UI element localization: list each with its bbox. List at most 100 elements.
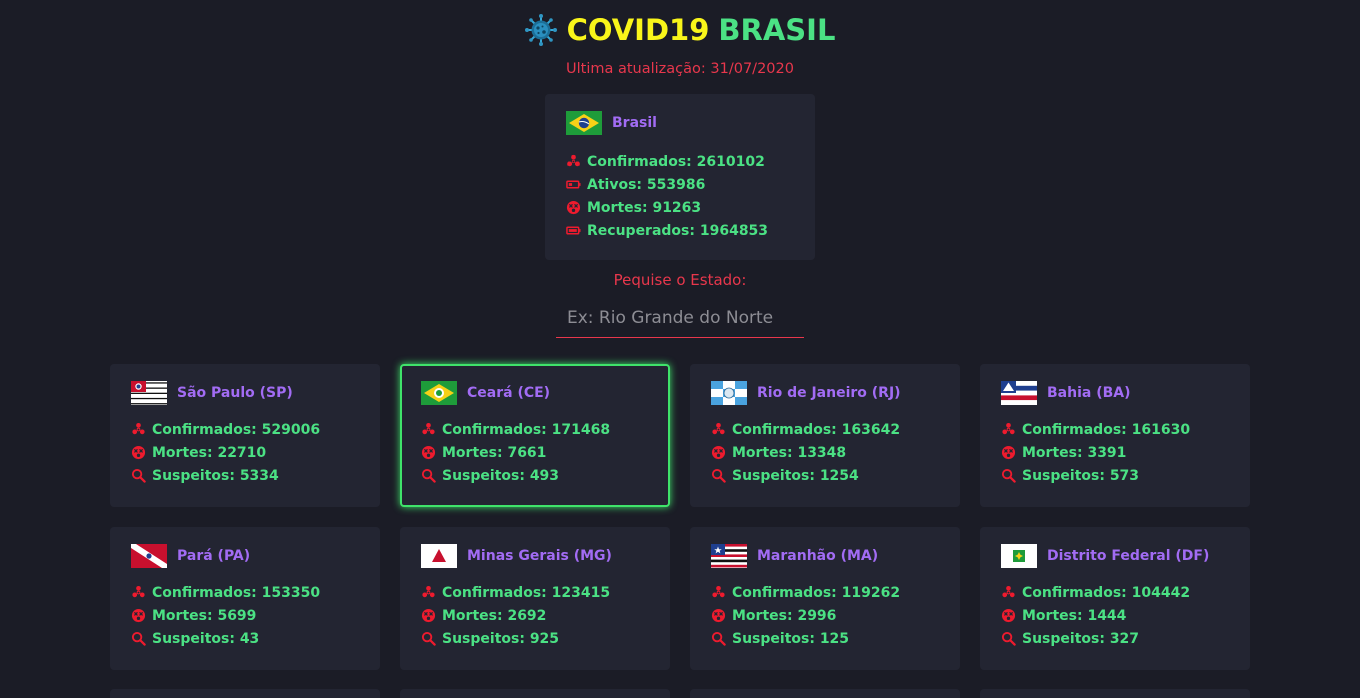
state-card-header: Ceará (CE) bbox=[421, 381, 550, 405]
search-icon bbox=[421, 631, 436, 646]
dizzy-face-icon bbox=[1001, 608, 1016, 623]
state-confirmed-text: Confirmados: 161630 bbox=[1022, 421, 1191, 438]
state-card[interactable]: Pará (PA) Confirmados: 153350 Mortes: 5699… bbox=[110, 527, 380, 670]
state-suspects: Suspeitos: 573 bbox=[1001, 464, 1190, 487]
state-deaths-text: Mortes: 2996 bbox=[732, 607, 837, 624]
dizzy-face-icon bbox=[421, 445, 436, 460]
national-active: Ativos: 553986 bbox=[566, 173, 768, 196]
state-card-partial[interactable] bbox=[400, 689, 670, 698]
state-card[interactable]: Ceará (CE) Confirmados: 171468 Mortes: 766… bbox=[400, 364, 670, 507]
state-suspects: Suspeitos: 43 bbox=[131, 627, 320, 650]
biohazard-icon bbox=[132, 422, 145, 435]
dizzy-face-icon bbox=[711, 445, 726, 460]
biohazard-icon bbox=[422, 585, 435, 598]
state-card-partial[interactable] bbox=[690, 689, 960, 698]
state-suspects-text: Suspeitos: 925 bbox=[442, 630, 560, 647]
state-deaths-text: Mortes: 13348 bbox=[732, 444, 847, 461]
state-confirmed-text: Confirmados: 123415 bbox=[442, 584, 611, 601]
state-deaths-text: Mortes: 3391 bbox=[1022, 444, 1127, 461]
state-name: Pará (PA) bbox=[177, 548, 251, 564]
state-suspects: Suspeitos: 125 bbox=[711, 627, 900, 650]
battery-low-icon bbox=[566, 180, 581, 189]
page-title: COVID19 BRASIL bbox=[567, 13, 836, 47]
state-name: Bahia (BA) bbox=[1047, 385, 1131, 401]
biohazard-icon bbox=[422, 422, 435, 435]
state-card-partial[interactable] bbox=[980, 689, 1250, 698]
biohazard-icon bbox=[712, 585, 725, 598]
state-name: São Paulo (SP) bbox=[177, 385, 293, 401]
national-stats: Confirmados: 2610102 Ativos: 553986 Mort… bbox=[566, 150, 768, 242]
state-card[interactable]: Distrito Federal (DF) Confirmados: 104442… bbox=[980, 527, 1250, 670]
dizzy-face-icon bbox=[421, 608, 436, 623]
state-suspects-text: Suspeitos: 493 bbox=[442, 467, 560, 484]
state-suspects-text: Suspeitos: 125 bbox=[732, 630, 850, 647]
biohazard-icon bbox=[1002, 585, 1015, 598]
state-card-partial[interactable] bbox=[110, 689, 380, 698]
state-name: Minas Gerais (MG) bbox=[467, 548, 612, 564]
state-card-header: Pará (PA) bbox=[131, 544, 250, 568]
state-confirmed: Confirmados: 161630 bbox=[1001, 418, 1190, 441]
search-icon bbox=[131, 631, 146, 646]
biohazard-icon bbox=[567, 154, 580, 167]
state-name: Distrito Federal (DF) bbox=[1047, 548, 1210, 564]
search-input[interactable] bbox=[556, 298, 804, 338]
state-confirmed-text: Confirmados: 171468 bbox=[442, 421, 611, 438]
title-brasil: BRASIL bbox=[718, 13, 836, 47]
state-name: Ceará (CE) bbox=[467, 385, 551, 401]
search-label: Pequise o Estado: bbox=[613, 271, 747, 289]
state-card[interactable]: Rio de Janeiro (RJ) Confirmados: 163642 Mo… bbox=[690, 364, 960, 507]
national-card-header: Brasil bbox=[566, 111, 657, 135]
title-covid: COVID19 bbox=[566, 13, 710, 47]
state-stats: Confirmados: 529006 Mortes: 22710 Suspeito… bbox=[131, 418, 320, 487]
state-card[interactable]: Bahia (BA) Confirmados: 161630 Mortes: 339… bbox=[980, 364, 1250, 507]
search-icon bbox=[131, 468, 146, 483]
state-card[interactable]: Maranhão (MA) Confirmados: 119262 Mortes: … bbox=[690, 527, 960, 670]
national-confirmed: Confirmados: 2610102 bbox=[566, 150, 768, 173]
biohazard-icon bbox=[1002, 422, 1015, 435]
state-card-header: Minas Gerais (MG) bbox=[421, 544, 612, 568]
national-card: Brasil Confirmados: 2610102 Ativos: 5539… bbox=[545, 94, 815, 260]
sao-paulo-flag-icon bbox=[131, 381, 167, 405]
state-confirmed-text: Confirmados: 529006 bbox=[152, 421, 321, 438]
state-stats: Confirmados: 171468 Mortes: 7661 Suspeitos… bbox=[421, 418, 610, 487]
para-flag-icon bbox=[131, 544, 167, 568]
maranhao-flag-icon bbox=[711, 544, 747, 568]
state-name: Rio de Janeiro (RJ) bbox=[757, 385, 901, 401]
state-deaths: Mortes: 5699 bbox=[131, 604, 320, 627]
state-confirmed: Confirmados: 104442 bbox=[1001, 581, 1190, 604]
state-deaths: Mortes: 1444 bbox=[1001, 604, 1190, 627]
state-deaths-text: Mortes: 5699 bbox=[152, 607, 257, 624]
state-deaths-text: Mortes: 7661 bbox=[442, 444, 547, 461]
national-active-text: Ativos: 553986 bbox=[587, 176, 706, 193]
state-deaths: Mortes: 13348 bbox=[711, 441, 900, 464]
state-deaths-text: Mortes: 22710 bbox=[152, 444, 267, 461]
state-suspects-text: Suspeitos: 5334 bbox=[152, 467, 279, 484]
state-deaths: Mortes: 3391 bbox=[1001, 441, 1190, 464]
state-card-header: Maranhão (MA) bbox=[711, 544, 878, 568]
state-stats: Confirmados: 119262 Mortes: 2996 Suspeitos… bbox=[711, 581, 900, 650]
state-stats: Confirmados: 104442 Mortes: 1444 Suspeitos… bbox=[1001, 581, 1190, 650]
minas-gerais-flag-icon bbox=[421, 544, 457, 568]
state-deaths-text: Mortes: 2692 bbox=[442, 607, 547, 624]
state-card[interactable]: São Paulo (SP) Confirmados: 529006 Mortes:… bbox=[110, 364, 380, 507]
battery-full-icon bbox=[566, 226, 581, 235]
state-deaths-text: Mortes: 1444 bbox=[1022, 607, 1127, 624]
bahia-flag-icon bbox=[1001, 381, 1037, 405]
state-confirmed-text: Confirmados: 104442 bbox=[1022, 584, 1191, 601]
state-card-header: Rio de Janeiro (RJ) bbox=[711, 381, 901, 405]
national-recovered-text: Recuperados: 1964853 bbox=[587, 222, 769, 239]
state-confirmed-text: Confirmados: 153350 bbox=[152, 584, 321, 601]
state-suspects-text: Suspeitos: 43 bbox=[152, 630, 260, 647]
state-suspects-text: Suspeitos: 573 bbox=[1022, 467, 1140, 484]
search-icon bbox=[711, 468, 726, 483]
state-card-header: Bahia (BA) bbox=[1001, 381, 1131, 405]
state-name: Maranhão (MA) bbox=[757, 548, 879, 564]
state-suspects-text: Suspeitos: 1254 bbox=[732, 467, 859, 484]
distrito-federal-flag-icon bbox=[1001, 544, 1037, 568]
state-suspects: Suspeitos: 493 bbox=[421, 464, 610, 487]
state-confirmed: Confirmados: 153350 bbox=[131, 581, 320, 604]
dizzy-face-icon bbox=[566, 200, 581, 215]
last-update: Ultima atualização: 31/07/2020 bbox=[566, 61, 794, 77]
state-card[interactable]: Minas Gerais (MG) Confirmados: 123415 Mort… bbox=[400, 527, 670, 670]
national-name: Brasil bbox=[612, 115, 657, 131]
